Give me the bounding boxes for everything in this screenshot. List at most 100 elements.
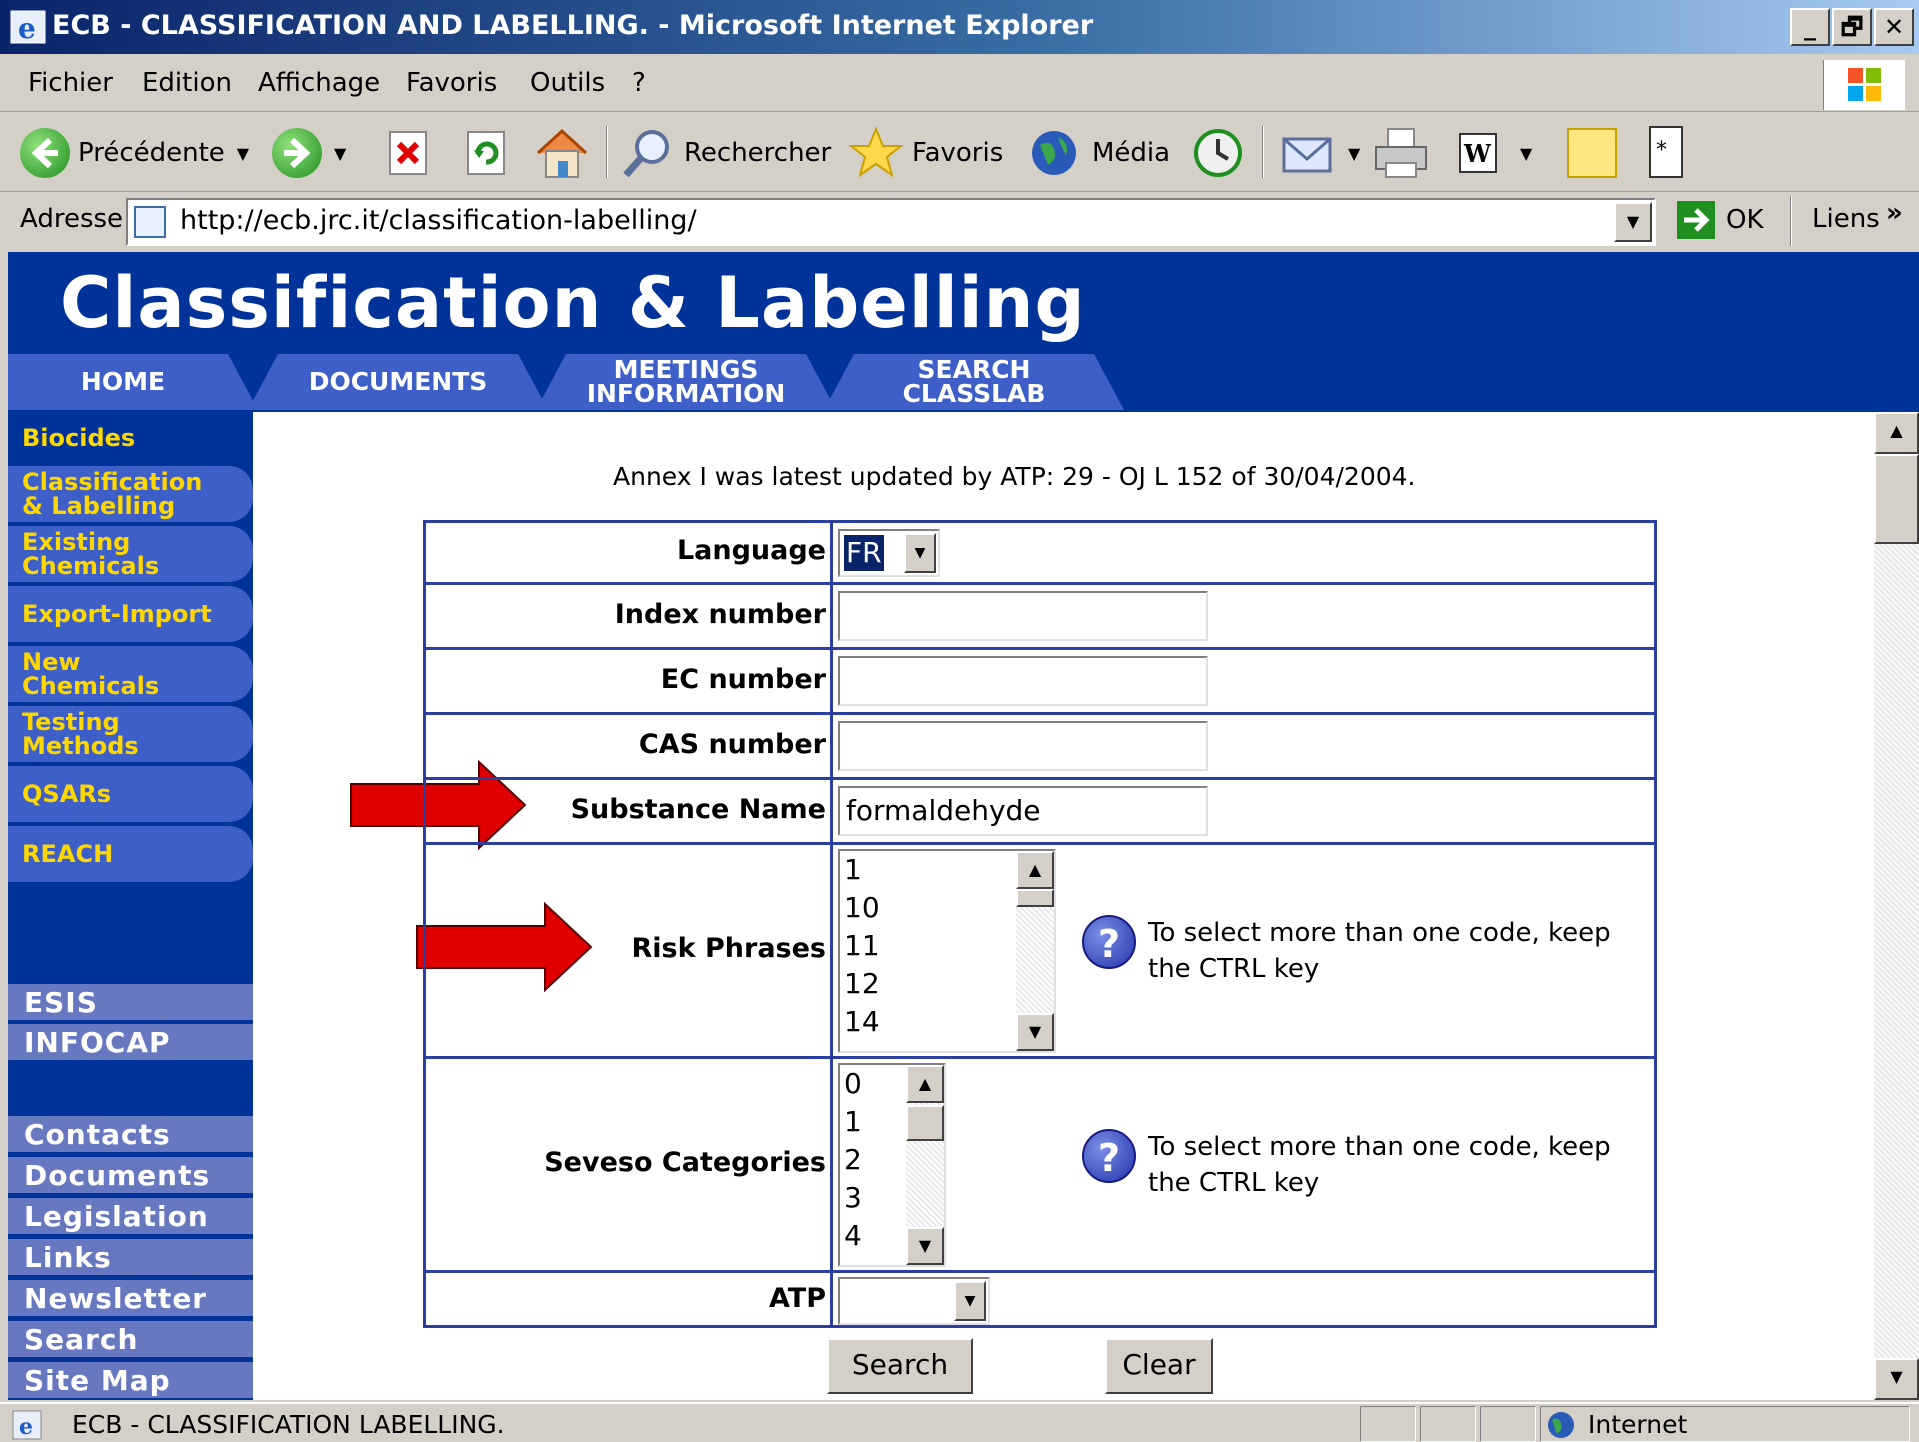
scroll-up-icon[interactable]: ▲ — [1016, 851, 1054, 889]
home-icon — [536, 128, 588, 178]
sidebar-item-new-chemicals[interactable]: New Chemicals — [8, 646, 253, 702]
scroll-thumb[interactable] — [906, 1105, 944, 1141]
edit-button[interactable]: W ▼ — [1456, 124, 1532, 182]
sidebar-item-testing-methods[interactable]: Testing Methods — [8, 706, 253, 762]
annex-update-note: Annex I was latest updated by ATP: 29 - … — [613, 462, 1416, 491]
links-label[interactable]: Liens — [1812, 204, 1880, 234]
forward-button[interactable]: ▼ — [272, 124, 346, 182]
refresh-button[interactable] — [464, 124, 508, 182]
forward-dropdown-icon[interactable]: ▼ — [334, 144, 346, 163]
page-scroll-thumb[interactable] — [1874, 454, 1919, 544]
stop-button[interactable] — [386, 124, 430, 182]
svg-text:*: * — [1656, 138, 1667, 163]
atp-label: ATP — [768, 1283, 826, 1314]
sidebar-item-documents[interactable]: Documents — [8, 1157, 253, 1195]
media-button[interactable]: Média — [1028, 124, 1170, 182]
seveso-scrollbar[interactable]: ▲ ▼ — [906, 1065, 944, 1265]
sidebar-item-existing-chemicals[interactable]: Existing Chemicals — [8, 526, 253, 582]
menu-help[interactable]: ? — [632, 68, 646, 98]
scroll-thumb[interactable] — [1016, 889, 1054, 907]
windows-logo-icon — [1823, 60, 1905, 110]
status-bar: e ECB - CLASSIFICATION LABELLING. Intern… — [0, 1402, 1919, 1442]
cas-number-input[interactable] — [838, 721, 1208, 771]
sidebar-item-legislation[interactable]: Legislation — [8, 1198, 253, 1236]
language-select[interactable]: FR ▼ — [838, 529, 940, 577]
sidebar-item-site-map[interactable]: Site Map — [8, 1362, 253, 1400]
forward-arrow-icon — [272, 128, 322, 178]
page-scrollbar[interactable]: ▲ ▼ — [1874, 412, 1919, 1400]
language-row: Language FR ▼ — [426, 523, 1654, 585]
substance-name-input[interactable]: formaldehyde — [838, 786, 1208, 836]
scroll-up-icon[interactable]: ▲ — [1874, 412, 1919, 454]
maximize-button[interactable]: 🗗 — [1832, 8, 1872, 46]
sidebar-item-contacts[interactable]: Contacts — [8, 1116, 253, 1154]
svg-text:W: W — [1463, 139, 1492, 168]
mail-button[interactable]: ▼ — [1280, 124, 1360, 182]
search-button[interactable]: Search — [827, 1338, 973, 1394]
address-dropdown-icon[interactable]: ▼ — [1614, 202, 1652, 242]
sidebar-item-infocap[interactable]: INFOCAP — [8, 1024, 253, 1062]
tab-search-classlab[interactable]: SEARCH CLASSLAB — [824, 354, 1124, 410]
sidebar-item-newsletter[interactable]: Newsletter — [8, 1280, 253, 1318]
go-label: OK — [1726, 205, 1764, 235]
risk-phrases-listbox[interactable]: 1 10 11 12 14 ▲ ▼ — [838, 849, 1056, 1053]
sidebar-item-links[interactable]: Links — [8, 1239, 253, 1277]
scroll-down-icon[interactable]: ▼ — [1016, 1013, 1054, 1051]
sidebar-item-classification-labelling[interactable]: Classification & Labelling — [8, 466, 253, 522]
page-icon — [134, 206, 166, 238]
menu-affichage[interactable]: Affichage — [258, 68, 380, 98]
clear-button[interactable]: Clear — [1105, 1338, 1213, 1394]
language-dropdown-icon[interactable]: ▼ — [904, 533, 936, 573]
scroll-down-icon[interactable]: ▼ — [1874, 1358, 1919, 1400]
search-label: Rechercher — [684, 138, 832, 168]
atp-row: ATP ▼ — [426, 1273, 1654, 1331]
ec-number-input[interactable] — [838, 656, 1208, 706]
index-number-input[interactable] — [838, 591, 1208, 641]
menu-favoris[interactable]: Favoris — [406, 68, 497, 98]
mail-dropdown-icon[interactable]: ▼ — [1348, 144, 1360, 163]
cas-row: CAS number — [426, 715, 1654, 780]
sidebar-item-biocides[interactable]: Biocides — [8, 416, 253, 460]
scroll-down-icon[interactable]: ▼ — [906, 1227, 944, 1265]
sidebar-item-export-import[interactable]: Export-Import — [8, 586, 253, 642]
minimize-button[interactable]: _ — [1790, 8, 1830, 46]
sidebar-item-qsars[interactable]: QSARs — [8, 766, 253, 822]
address-input[interactable]: http://ecb.jrc.it/classification-labelli… — [126, 198, 1656, 246]
links-more-icon[interactable]: » — [1886, 198, 1903, 228]
scroll-up-icon[interactable]: ▲ — [906, 1065, 944, 1103]
menu-outils[interactable]: Outils — [530, 68, 605, 98]
printer-icon — [1375, 128, 1427, 178]
menu-edition[interactable]: Edition — [142, 68, 232, 98]
sidebar-item-search[interactable]: Search — [8, 1321, 253, 1359]
help-question-icon: ? — [1082, 1129, 1136, 1183]
stop-icon — [389, 131, 427, 175]
search-button[interactable]: Rechercher — [620, 124, 831, 182]
favorites-button[interactable]: Favoris — [848, 124, 1003, 182]
site-title: Classification & Labelling — [60, 262, 1086, 344]
atp-select[interactable]: ▼ — [838, 1277, 990, 1325]
home-button[interactable] — [532, 124, 592, 182]
print-button[interactable] — [1372, 124, 1432, 182]
close-button[interactable]: ✕ — [1874, 8, 1914, 46]
tab-meetings-information[interactable]: MEETINGS INFORMATION — [536, 354, 836, 410]
go-button[interactable]: OK — [1676, 200, 1764, 240]
atp-dropdown-icon[interactable]: ▼ — [954, 1281, 986, 1321]
tab-home[interactable]: HOME — [8, 354, 258, 410]
tab-documents[interactable]: DOCUMENTS — [248, 354, 548, 410]
risk-phrases-row: Risk Phrases 1 10 11 12 14 ▲ ▼ ? To sele… — [426, 845, 1654, 1059]
search-icon — [623, 130, 669, 178]
back-button[interactable]: Précédente ▼ — [20, 124, 249, 182]
seveso-categories-listbox[interactable]: 0 1 2 3 4 ▲ ▼ — [838, 1063, 946, 1267]
internet-explorer-icon: e — [10, 10, 46, 44]
history-button[interactable] — [1190, 124, 1246, 182]
messenger-icon: * — [1649, 126, 1683, 178]
edit-dropdown-icon[interactable]: ▼ — [1520, 144, 1532, 163]
back-dropdown-icon[interactable]: ▼ — [237, 144, 249, 163]
discuss-button[interactable] — [1564, 124, 1620, 182]
sidebar-item-reach[interactable]: REACH — [8, 826, 253, 882]
menu-fichier[interactable]: Fichier — [28, 68, 113, 98]
svg-text:e: e — [18, 12, 36, 44]
sidebar-item-esis[interactable]: ESIS — [8, 984, 253, 1022]
risk-scrollbar[interactable]: ▲ ▼ — [1016, 851, 1054, 1051]
messenger-button[interactable]: * — [1644, 124, 1688, 182]
